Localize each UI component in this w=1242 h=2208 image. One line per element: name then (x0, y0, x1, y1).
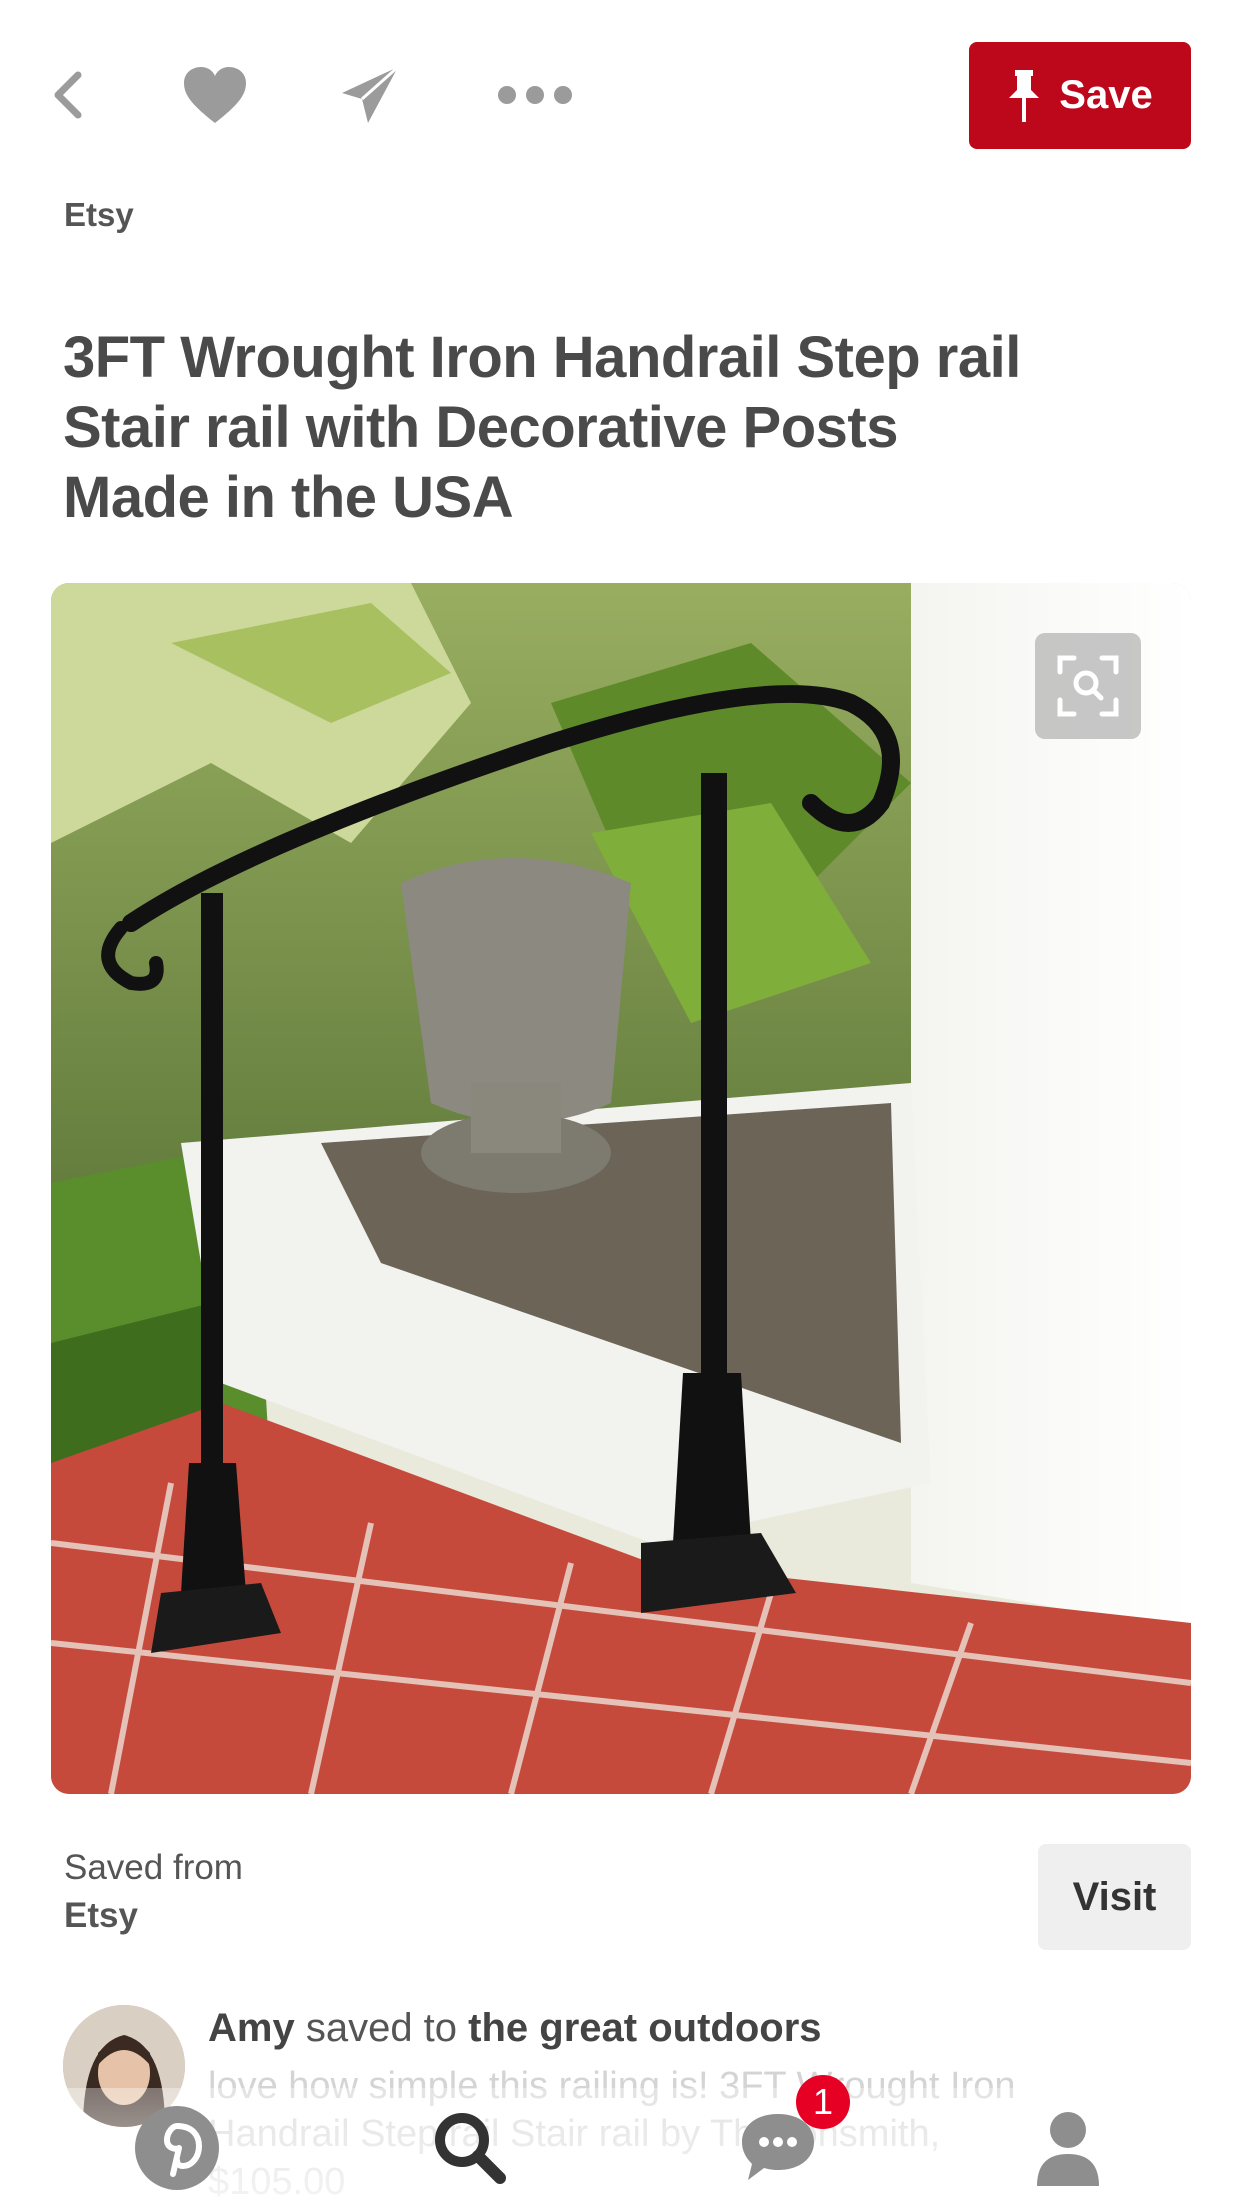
saved-from-label: Saved from (64, 1848, 243, 1887)
heart-icon (184, 67, 246, 123)
save-button[interactable]: Save (969, 42, 1191, 149)
saved-from-domain[interactable]: Etsy (64, 1896, 243, 1936)
search-icon (435, 2113, 506, 2184)
visit-button[interactable]: Visit (1038, 1844, 1191, 1950)
pin-image[interactable] (51, 583, 1191, 1794)
messages-badge: 1 (796, 2075, 850, 2129)
activity-user[interactable]: Amy (208, 2006, 295, 2050)
nav-home[interactable] (127, 2098, 227, 2198)
visual-search-icon (1057, 655, 1119, 717)
more-options-button[interactable] (495, 55, 575, 135)
back-button[interactable] (30, 55, 110, 135)
person-icon (1037, 2112, 1099, 2186)
top-toolbar: Save (0, 0, 1242, 190)
pushpin-icon (1009, 69, 1040, 122)
like-button[interactable] (175, 55, 255, 135)
pin-source[interactable]: Etsy (64, 196, 134, 234)
activity-board[interactable]: the great outdoors (468, 2006, 821, 2050)
activity-line: Amy saved to the great outdoors (208, 2006, 822, 2051)
visual-search-button[interactable] (1035, 633, 1141, 739)
send-button[interactable] (330, 55, 410, 135)
saved-from-section: Saved from Etsy (64, 1848, 243, 1936)
ellipsis-icon (498, 86, 572, 104)
nav-profile[interactable] (1018, 2098, 1118, 2198)
activity-action: saved to (305, 2006, 458, 2050)
bottom-nav (0, 2088, 1242, 2208)
paper-plane-icon (342, 65, 399, 123)
nav-search[interactable] (420, 2098, 520, 2198)
pin-title: 3FT Wrought Iron Handrail Step rail Stai… (63, 325, 1021, 530)
save-label: Save (1059, 73, 1153, 117)
handrail-photo (51, 583, 1191, 1794)
chevron-left-icon (54, 71, 82, 119)
pinterest-logo-icon (135, 2106, 219, 2190)
